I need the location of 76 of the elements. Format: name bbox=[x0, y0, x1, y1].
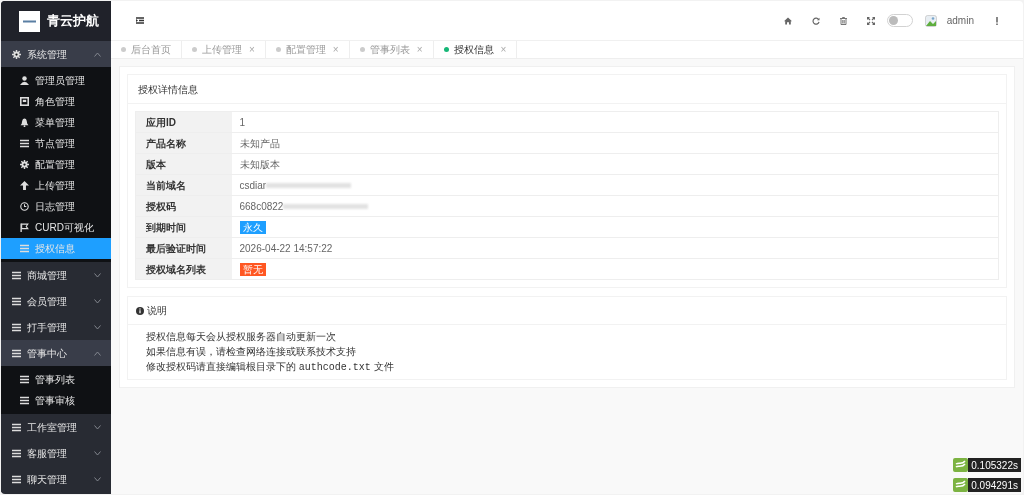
list-icon bbox=[12, 270, 21, 280]
menu-group[interactable]: 管事中心 bbox=[1, 340, 111, 366]
menu-item[interactable]: 上传管理 bbox=[1, 175, 111, 196]
fullscreen-icon[interactable] bbox=[866, 16, 875, 25]
list-icon bbox=[12, 322, 21, 332]
info-icon bbox=[136, 306, 144, 315]
gear-icon bbox=[20, 160, 29, 169]
chevron-up-icon bbox=[94, 51, 101, 57]
field-label: 当前域名 bbox=[135, 174, 232, 196]
list-icon bbox=[12, 448, 21, 458]
chevron-down-icon bbox=[94, 324, 101, 330]
panel-title: 说明 bbox=[147, 304, 167, 318]
debug-timer[interactable]: 0.094291s bbox=[968, 478, 1021, 492]
list-icon bbox=[20, 375, 29, 384]
field-value: 未知版本 bbox=[239, 158, 280, 170]
frame-icon bbox=[20, 97, 29, 106]
avatar-icon[interactable] bbox=[924, 14, 937, 27]
menu-item[interactable]: 日志管理 bbox=[1, 196, 111, 217]
field-value: 2026-04-22 14:57:22 bbox=[239, 242, 333, 254]
user-icon bbox=[20, 76, 29, 85]
menu-item[interactable]: CURD可视化 bbox=[1, 217, 111, 238]
menu-item[interactable]: 管事列表 bbox=[1, 369, 111, 390]
field-label: 到期时间 bbox=[135, 216, 232, 238]
menu-item[interactable]: 管理员管理 bbox=[1, 70, 111, 91]
trash-icon[interactable] bbox=[839, 16, 847, 25]
list-icon bbox=[12, 474, 21, 484]
refresh-icon[interactable] bbox=[811, 16, 820, 25]
field-label: 产品名称 bbox=[135, 132, 232, 154]
menu-item[interactable]: 菜单管理 bbox=[1, 112, 111, 133]
home-icon[interactable] bbox=[783, 16, 792, 25]
menu-item[interactable]: 节点管理 bbox=[1, 133, 111, 154]
list-icon bbox=[20, 244, 29, 253]
page-tab[interactable]: 授权信息 × bbox=[433, 41, 518, 58]
note-text: 修改授权码请直接编辑根目录下的 authcode.txt 文件 bbox=[146, 360, 395, 374]
arrow-up-icon bbox=[20, 181, 29, 190]
list-icon bbox=[20, 139, 29, 148]
theme-switch[interactable] bbox=[886, 14, 913, 27]
menu-item[interactable]: 管事审核 bbox=[1, 390, 111, 411]
gear-icon bbox=[12, 49, 21, 59]
field-label: 最后验证时间 bbox=[135, 237, 232, 259]
list-icon bbox=[12, 296, 21, 306]
bell-icon bbox=[20, 118, 29, 127]
field-value: 668c0822 bbox=[239, 199, 284, 214]
menu-icon[interactable] bbox=[136, 17, 144, 24]
list-icon bbox=[20, 396, 29, 405]
chevron-up-icon bbox=[94, 350, 101, 356]
chevron-down-icon bbox=[94, 272, 101, 278]
panel-title: 授权详情信息 bbox=[138, 82, 198, 97]
clock-icon bbox=[20, 202, 29, 211]
note-text: 授权信息每天会从授权服务器自动更新一次 bbox=[146, 330, 337, 343]
status-tag: 永久 bbox=[239, 220, 266, 234]
field-label: 授权码 bbox=[135, 195, 232, 217]
chevron-down-icon bbox=[94, 298, 101, 304]
field-value: csdiar bbox=[239, 178, 267, 193]
chevron-down-icon bbox=[94, 424, 101, 430]
field-label: 授权域名列表 bbox=[135, 258, 232, 280]
field-label: 应用ID bbox=[135, 111, 232, 133]
debug-logo-icon[interactable] bbox=[953, 478, 969, 492]
debug-timer[interactable]: 0.105322s bbox=[968, 458, 1021, 472]
menu-item[interactable]: 配置管理 bbox=[1, 154, 111, 175]
status-tag: 暂无 bbox=[239, 262, 266, 276]
field-value: 未知产品 bbox=[239, 137, 280, 149]
debug-logo-icon[interactable] bbox=[953, 458, 969, 472]
menu-item[interactable]: 角色管理 bbox=[1, 91, 111, 112]
flag-icon bbox=[20, 223, 29, 232]
username[interactable]: admin bbox=[946, 13, 974, 28]
logo-text: 青云护航 bbox=[47, 12, 99, 31]
chevron-down-icon bbox=[94, 450, 101, 456]
list-icon bbox=[12, 348, 21, 358]
logo-icon bbox=[19, 10, 40, 32]
field-label: 版本 bbox=[135, 153, 232, 175]
menu-group[interactable]: 系统管理 bbox=[1, 41, 111, 67]
chevron-down-icon bbox=[94, 476, 101, 482]
note-text: 如果信息有误，请检查网络连接或联系技术支持 bbox=[146, 345, 357, 358]
list-icon bbox=[12, 422, 21, 432]
field-value: 1 bbox=[239, 116, 246, 128]
